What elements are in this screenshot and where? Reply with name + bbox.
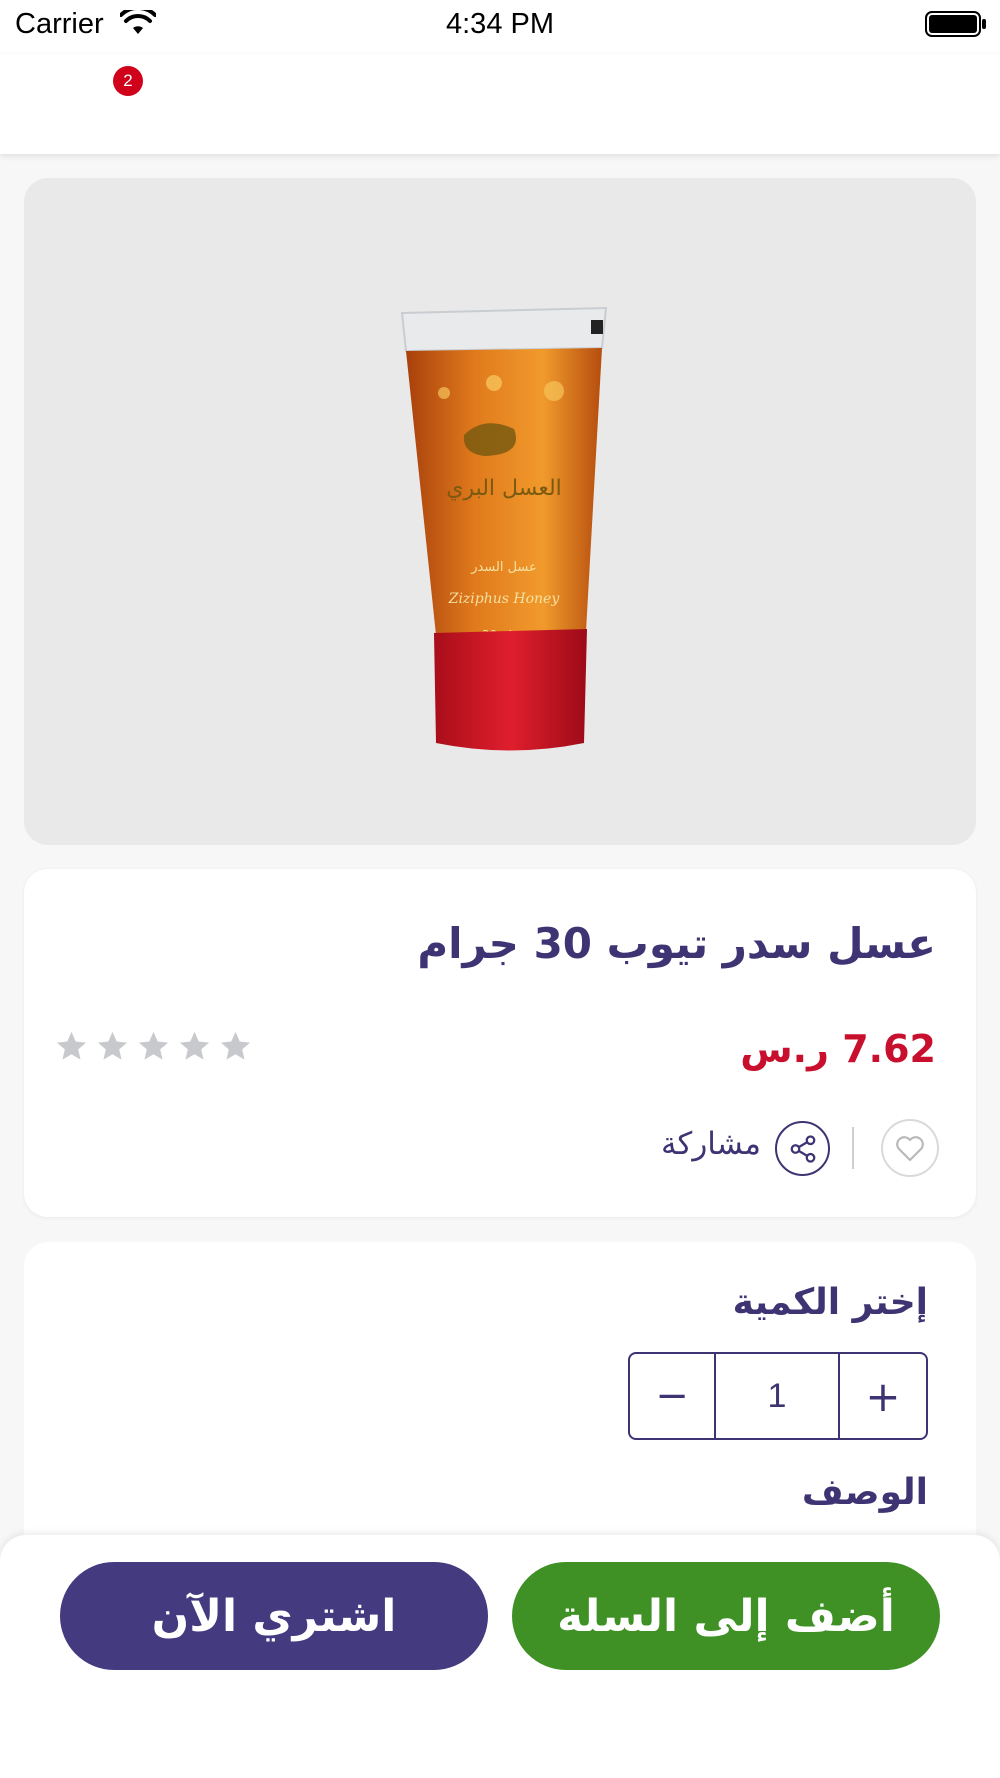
image-brand-text: العسل البري — [446, 476, 562, 501]
star-icon — [138, 1031, 169, 1060]
favorite-button[interactable] — [881, 1119, 939, 1177]
product-info-card: عسل سدر تيوب 30 جرام 7.62 ر.س مشاركة — [24, 869, 976, 1217]
share-icon — [790, 1134, 815, 1163]
product-image-card: العسل البري عسل السدر Ziziphus Honey 30 … — [24, 178, 976, 845]
description-heading: الوصف — [801, 1472, 928, 1513]
share-button[interactable] — [775, 1121, 830, 1176]
heart-icon — [896, 1136, 924, 1162]
status-bar: Carrier 4:34 PM — [0, 0, 1000, 54]
image-type-ar-text: عسل السدر — [470, 560, 537, 575]
status-time: 4:34 PM — [446, 8, 554, 40]
product-price: 7.62 ر.س — [740, 1027, 936, 1071]
quantity-value[interactable]: 1 — [716, 1354, 840, 1438]
buy-now-button[interactable]: اشتري الآن — [60, 1562, 488, 1670]
rating-stars — [54, 1029, 253, 1064]
quantity-increment-button[interactable]: + — [840, 1354, 926, 1438]
quantity-decrement-button[interactable]: − — [630, 1354, 716, 1438]
quantity-stepper: − 1 + — [628, 1352, 928, 1440]
star-icon — [179, 1031, 210, 1060]
star-icon — [97, 1031, 128, 1060]
battery-icon — [925, 10, 987, 42]
action-divider — [852, 1127, 854, 1169]
star-icon — [56, 1031, 87, 1060]
quantity-label: إختر الكمية — [732, 1282, 928, 1323]
top-navigation-bar — [0, 54, 1000, 154]
star-icon — [220, 1031, 251, 1060]
add-to-cart-button[interactable]: أضف إلى السلة — [512, 1562, 940, 1670]
bottom-action-bar: اشتري الآن أضف إلى السلة — [0, 1535, 1000, 1778]
product-image: العسل البري عسل السدر Ziziphus Honey 30 … — [400, 306, 608, 751]
cart-count-badge[interactable]: 2 — [113, 66, 143, 96]
share-label[interactable]: مشاركة — [661, 1126, 761, 1162]
product-title: عسل سدر تيوب 30 جرام — [417, 919, 936, 968]
image-type-en-text: Ziziphus Honey — [448, 591, 561, 607]
